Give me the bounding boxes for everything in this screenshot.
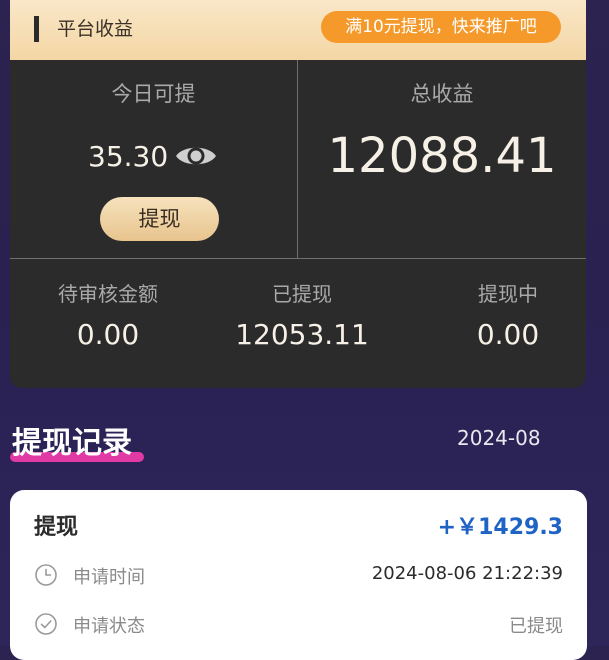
record-amount: +￥1429.3 (437, 515, 563, 540)
earnings-header-title: 平台收益 (57, 18, 134, 40)
today-withdrawable-row: 35.30 (88, 136, 218, 176)
withdrawing-value: 0.00 (476, 318, 540, 351)
withdrawn-label: 已提现 (272, 282, 332, 306)
today-withdrawable-label: 今日可提 (111, 82, 196, 106)
clock-icon (35, 564, 57, 586)
record-card[interactable]: 提现 +￥1429.3 申请时间 2024-08-06 21:22:39 申请状… (10, 490, 587, 660)
check-circle-icon (35, 613, 57, 635)
eye-icon[interactable] (174, 141, 218, 171)
withdrawn-value: 12053.11 (235, 318, 369, 351)
pending-review-value: 0.00 (76, 318, 140, 351)
record-type: 提现 (34, 515, 79, 540)
today-withdrawable-value: 35.30 (88, 139, 169, 173)
apply-time-label: 申请时间 (73, 567, 145, 588)
earnings-header: 平台收益 满10元提现，快来推广吧 (10, 0, 586, 60)
total-earnings-label: 总收益 (410, 82, 474, 106)
apply-status-value: 已提现 (509, 616, 563, 637)
horizontal-divider (10, 258, 586, 259)
records-month-selector[interactable]: 2024-08 (457, 426, 541, 450)
withdraw-button[interactable]: 提现 (100, 197, 219, 241)
total-earnings-value: 12088.41 (327, 128, 557, 184)
records-title: 提现记录 (12, 426, 132, 461)
earnings-card: 平台收益 满10元提现，快来推广吧 今日可提 35.30 提现 总收益 1208… (10, 0, 586, 388)
promo-badge[interactable]: 满10元提现，快来推广吧 (321, 11, 561, 43)
apply-status-label: 申请状态 (73, 616, 145, 637)
withdrawing-label: 提现中 (478, 282, 538, 306)
pending-review-label: 待审核金额 (58, 282, 158, 306)
header-accent-bar (34, 16, 39, 42)
apply-time-value: 2024-08-06 21:22:39 (371, 563, 563, 584)
